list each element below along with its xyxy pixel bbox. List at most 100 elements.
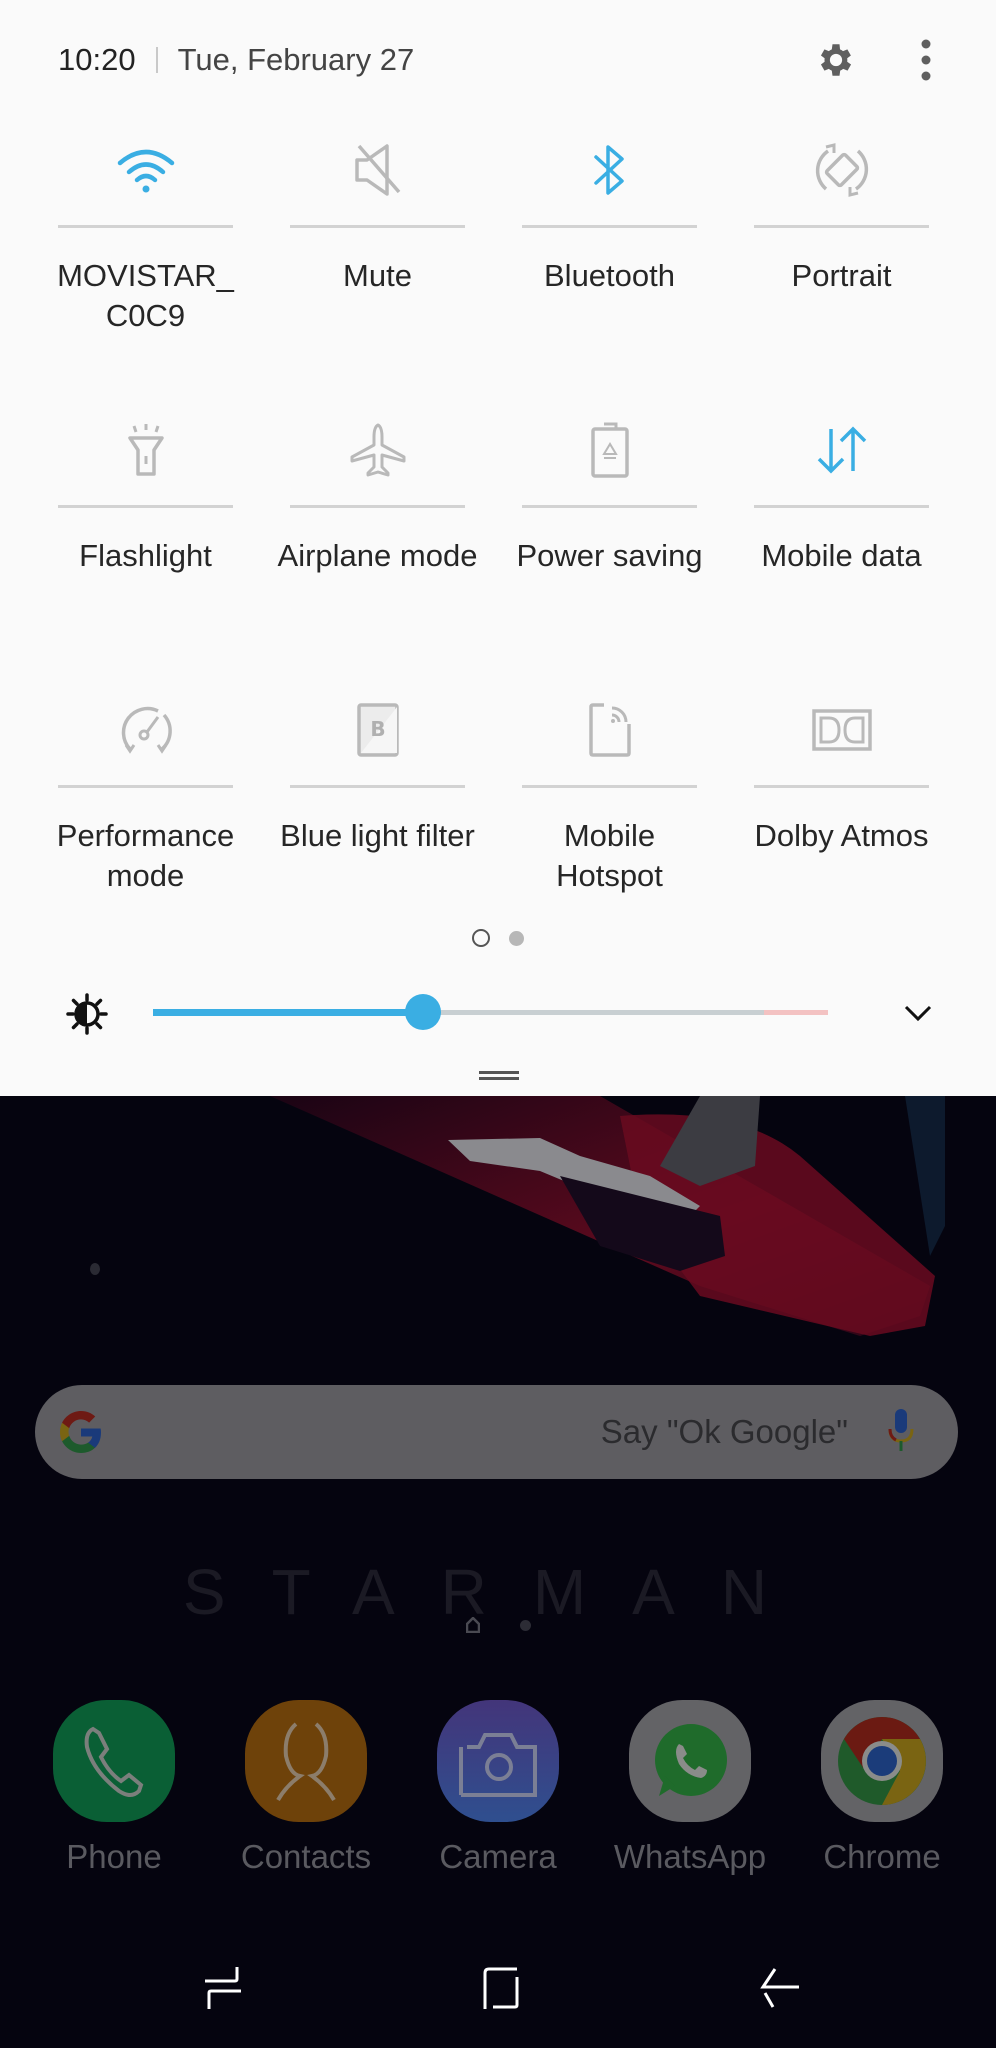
contacts-icon [276, 1722, 336, 1802]
header-separator [155, 47, 158, 73]
pager-dot-active[interactable] [472, 929, 490, 947]
quick-settings-grid: MOVISTAR_ C0C9 Mute Bluetooth Portrait F… [57, 115, 938, 955]
settings-button[interactable] [806, 30, 866, 90]
tile-label: Mobile data [761, 538, 922, 573]
dolby-icon [811, 709, 872, 751]
more-vert-icon [921, 39, 931, 81]
camera-icon [459, 1733, 537, 1797]
tile-label: Airplane mode [277, 538, 478, 573]
tile-mobile-hotspot[interactable]: Mobile Hotspot [522, 675, 697, 955]
tile-label: MOVISTAR_ C0C9 [57, 258, 234, 333]
tile-label: Dolby Atmos [754, 818, 929, 853]
tile-label: Mute [343, 258, 412, 293]
back-button[interactable] [746, 1958, 816, 2018]
hotspot-icon [588, 703, 631, 757]
battery-recycle-icon [590, 422, 629, 478]
bluetooth-icon [593, 145, 624, 195]
app-phone[interactable]: Phone [39, 1700, 189, 1876]
phone-icon [84, 1726, 144, 1797]
tile-divider [290, 505, 465, 508]
tile-wifi[interactable]: MOVISTAR_ C0C9 [57, 115, 234, 395]
tile-blue-light-filter[interactable]: B Blue light filter [280, 675, 475, 955]
google-g-icon [60, 1411, 101, 1453]
quick-panel: 10:20 Tue, February 27 MOVISTAR_ C0C9 Mu… [0, 0, 996, 1096]
wifi-icon [117, 149, 174, 193]
tile-label: Portrait [791, 258, 892, 293]
quick-panel-pager[interactable] [0, 929, 996, 947]
recents-button[interactable] [188, 1958, 258, 2018]
search-hint: Say "Ok Google" [600, 1413, 848, 1450]
tile-mute[interactable]: Mute [290, 115, 465, 395]
tile-portrait[interactable]: Portrait [754, 115, 929, 395]
tile-divider [754, 225, 929, 228]
app-camera[interactable]: Camera [423, 1700, 573, 1876]
slider-thumb[interactable] [405, 994, 441, 1030]
tile-divider [290, 785, 465, 788]
slider-warning-zone [763, 1010, 828, 1015]
tile-divider [754, 785, 929, 788]
back-icon [760, 1968, 799, 2008]
recents-icon [205, 1967, 241, 2009]
blue-light-filter-icon: B [356, 703, 399, 757]
more-options-button[interactable] [896, 30, 956, 90]
home-button-icon [483, 1967, 519, 2009]
page-dot [519, 1619, 531, 1631]
tile-dolby-atmos[interactable]: Dolby Atmos [754, 675, 929, 955]
tile-power-saving[interactable]: Power saving [516, 395, 703, 675]
pager-dot[interactable] [509, 931, 524, 946]
quick-panel-header: 10:20 Tue, February 27 [58, 30, 956, 90]
tile-performance-mode[interactable]: Performance mode [57, 675, 234, 955]
google-search-bar[interactable]: Say "Ok Google" [35, 1385, 958, 1479]
tile-divider [522, 785, 697, 788]
gear-icon [820, 44, 852, 76]
tile-label: Performance mode [56, 818, 235, 893]
flashlight-icon [127, 424, 164, 476]
home-page-icon [465, 1617, 480, 1633]
tile-label: Mobile Hotspot [556, 818, 663, 893]
app-label: Chrome [823, 1838, 941, 1875]
speedometer-icon [121, 706, 172, 754]
mic-icon[interactable] [886, 1407, 916, 1457]
tile-divider [290, 225, 465, 228]
app-label: Camera [439, 1838, 557, 1875]
app-contacts[interactable]: Contacts [231, 1700, 381, 1876]
airplane-icon [350, 423, 405, 477]
tile-label: Flashlight [79, 538, 212, 573]
tile-label: Bluetooth [544, 258, 675, 293]
app-dock: Phone Contacts Camera WhatsApp Chrome [0, 1700, 996, 1876]
date[interactable]: Tue, February 27 [178, 42, 415, 78]
mute-icon [354, 144, 400, 196]
brightness-slider[interactable] [153, 994, 828, 1030]
tile-bluetooth[interactable]: Bluetooth [522, 115, 697, 395]
app-label: Contacts [240, 1838, 372, 1875]
data-arrows-icon [817, 426, 866, 474]
app-chrome[interactable]: Chrome [807, 1700, 957, 1876]
slider-fill [153, 1009, 423, 1016]
home-page-indicator[interactable] [0, 1617, 996, 1633]
tile-divider [58, 505, 233, 508]
panel-drag-handle[interactable] [479, 1071, 519, 1081]
tile-divider [58, 225, 233, 228]
wallpaper-star [90, 1263, 100, 1275]
brightness-icon [66, 993, 108, 1035]
chrome-icon [838, 1717, 926, 1805]
tile-flashlight[interactable]: Flashlight [58, 395, 233, 675]
brightness-control [0, 985, 996, 1041]
tile-airplane[interactable]: Airplane mode [278, 395, 477, 675]
tile-label: Blue light filter [280, 818, 475, 853]
svg-text:B: B [370, 717, 385, 741]
tile-divider [522, 225, 697, 228]
home-button[interactable] [466, 1958, 536, 2018]
app-label: Phone [66, 1838, 162, 1875]
whatsapp-icon [655, 1724, 727, 1796]
tile-divider [58, 785, 233, 788]
navigation-bar [0, 1950, 996, 2030]
tile-mobile-data[interactable]: Mobile data [754, 395, 929, 675]
chevron-down-icon[interactable] [898, 993, 938, 1033]
app-label: WhatsApp [613, 1838, 767, 1875]
clock: 10:20 [58, 42, 136, 77]
tile-label: Power saving [516, 538, 703, 573]
app-whatsapp[interactable]: WhatsApp [613, 1700, 767, 1876]
rotation-lock-icon [815, 143, 868, 197]
tile-divider [522, 505, 697, 508]
